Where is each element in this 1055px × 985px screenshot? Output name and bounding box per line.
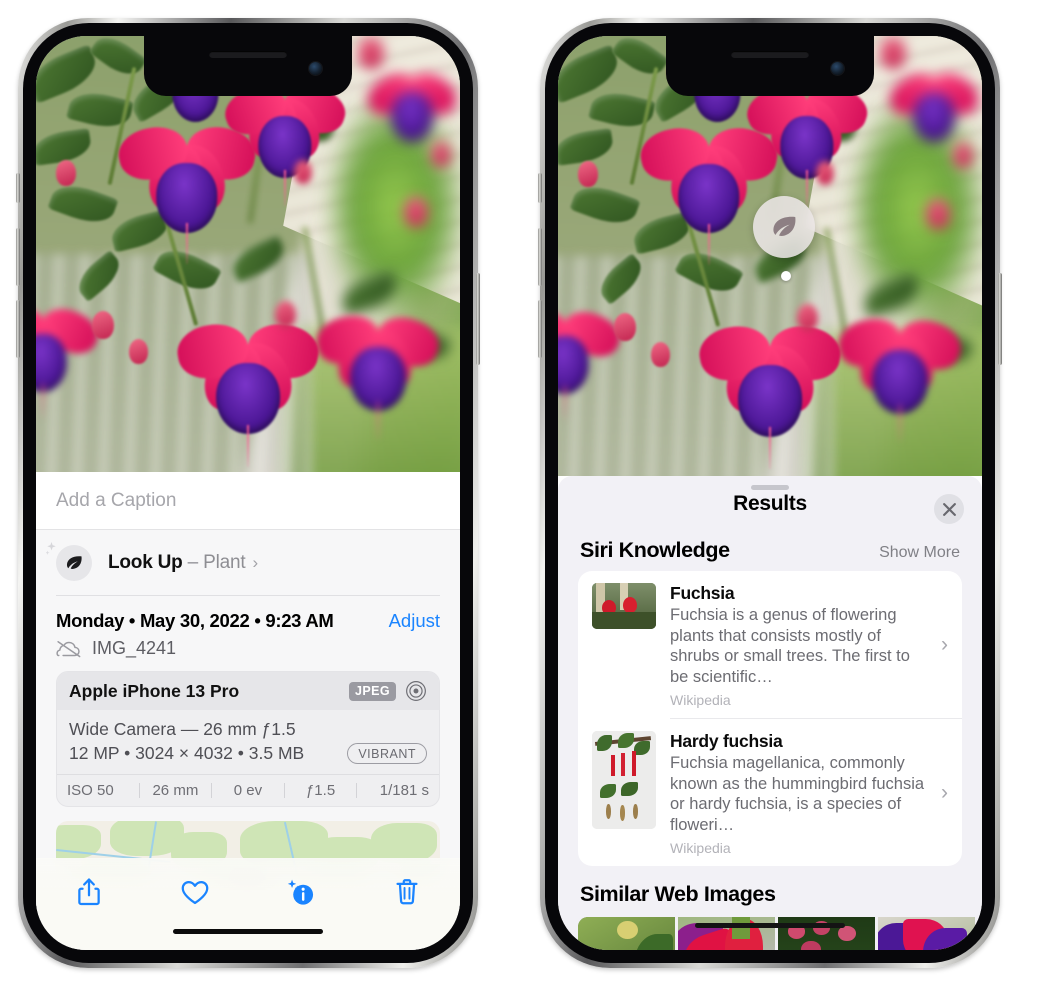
close-button[interactable]	[934, 494, 964, 524]
chevron-right-icon: ›	[941, 780, 948, 804]
front-camera-icon	[831, 62, 844, 75]
leaf-icon	[56, 545, 92, 581]
power-button[interactable]	[998, 273, 1002, 365]
phone-screen-left: Add a Caption Look Up – Plant › Monday •…	[36, 36, 460, 950]
siri-knowledge-header: Siri Knowledge Show More	[558, 532, 982, 571]
icloud-slash-icon	[56, 640, 81, 657]
notch	[666, 36, 874, 96]
result-body: Fuchsia Fuchsia is a genus of flowering …	[670, 583, 948, 708]
home-indicator[interactable]	[695, 922, 845, 928]
iphone-left-photos-info: Add a Caption Look Up – Plant › Monday •…	[16, 18, 480, 968]
close-icon	[942, 502, 956, 516]
volume-up-button[interactable]	[538, 228, 542, 286]
camera-device-label: Apple iPhone 13 Pro	[69, 680, 240, 701]
delete-button[interactable]	[381, 870, 433, 914]
photo-info-sheet: Add a Caption Look Up – Plant › Monday •…	[36, 472, 460, 950]
exif-shutter-speed: 1/181 s	[379, 782, 429, 799]
photo-flowers	[558, 36, 982, 476]
result-source: Wikipedia	[670, 840, 731, 856]
leaf-icon	[773, 216, 796, 236]
favorite-button[interactable]	[169, 870, 221, 914]
power-button[interactable]	[476, 273, 480, 365]
visual-look-up-pointer-dot	[781, 271, 791, 281]
exif-header: Apple iPhone 13 Pro JPEG	[57, 672, 439, 710]
result-source: Wikipedia	[670, 692, 731, 708]
list-item[interactable]: Fuchsia Fuchsia is a genus of flowering …	[578, 571, 962, 718]
list-item[interactable]: Hardy fuchsia Fuchsia magellanica, commo…	[578, 719, 962, 866]
visual-look-up-badge[interactable]	[753, 196, 815, 258]
result-title: Hardy fuchsia	[670, 731, 783, 751]
earpiece-speaker	[731, 51, 809, 58]
screenshot-stage: Add a Caption Look Up – Plant › Monday •…	[0, 0, 1055, 985]
format-badge: JPEG	[349, 681, 396, 701]
results-header: Results	[558, 476, 982, 532]
volume-down-button[interactable]	[16, 300, 20, 358]
mute-switch[interactable]	[16, 173, 20, 203]
exif-focal-length: 26 mm	[152, 782, 199, 799]
look-up-label: Look Up – Plant ›	[108, 552, 258, 574]
results-sheet: Results Siri Knowledge Show More Fuchsia…	[558, 476, 982, 950]
volume-down-button[interactable]	[538, 300, 542, 358]
show-more-button[interactable]: Show More	[879, 544, 960, 562]
iphone-right-visual-lookup-results: Results Siri Knowledge Show More Fuchsia…	[538, 18, 1002, 968]
caption-placeholder: Add a Caption	[56, 489, 177, 511]
result-body: Hardy fuchsia Fuchsia magellanica, commo…	[670, 731, 948, 856]
web-image-thumbnail[interactable]	[878, 917, 975, 950]
exif-card: Apple iPhone 13 Pro JPEG Wide Camera — 2…	[56, 671, 440, 807]
divider	[56, 595, 440, 596]
photos-toolbar	[36, 858, 460, 950]
heart-icon	[181, 880, 209, 904]
result-title: Fuchsia	[670, 583, 735, 603]
home-indicator[interactable]	[173, 928, 323, 934]
date-row: Monday • May 30, 2022 • 9:23 AM Adjust	[36, 596, 460, 636]
aperture-icon	[406, 681, 426, 701]
siri-knowledge-title: Siri Knowledge	[580, 538, 730, 562]
mute-switch[interactable]	[538, 173, 542, 203]
earpiece-speaker	[209, 51, 287, 58]
similar-web-images-title: Similar Web Images	[580, 882, 776, 906]
lens-info: Wide Camera — 26 mm ƒ1.5	[69, 719, 296, 739]
caption-field[interactable]: Add a Caption	[36, 472, 460, 530]
photo-image[interactable]	[36, 36, 460, 472]
similar-web-images-section: Similar Web Images	[558, 866, 982, 950]
notch	[144, 36, 352, 96]
adjust-button[interactable]: Adjust	[389, 610, 440, 632]
exif-aperture: ƒ1.5	[305, 782, 336, 799]
exif-footer: ISO 50 26 mm 0 ev ƒ1.5 1/181 s	[57, 774, 439, 806]
result-thumbnail	[592, 731, 656, 829]
result-thumbnail	[592, 583, 656, 629]
siri-knowledge-card: Fuchsia Fuchsia is a genus of flowering …	[578, 571, 962, 866]
look-up-subject: Plant	[203, 552, 246, 573]
info-sparkle-icon	[287, 879, 314, 905]
trash-icon	[396, 879, 418, 905]
file-row: IMG_4241	[36, 636, 460, 671]
chevron-right-icon: ›	[252, 553, 258, 572]
result-description: Fuchsia magellanica, commonly known as t…	[670, 754, 925, 834]
photo-image[interactable]	[558, 36, 982, 476]
share-button[interactable]	[63, 870, 115, 914]
exif-exposure: 0 ev	[233, 782, 263, 799]
web-image-thumbnail[interactable]	[578, 917, 675, 950]
look-up-separator: –	[182, 552, 204, 573]
result-description: Fuchsia is a genus of flowering plants t…	[670, 606, 910, 686]
results-title: Results	[733, 492, 807, 515]
photographic-style-badge: VIBRANT	[347, 743, 427, 764]
chevron-right-icon: ›	[941, 632, 948, 656]
front-camera-icon	[309, 62, 322, 75]
image-specs: 12 MP • 3024 × 4032 • 3.5 MB	[69, 743, 305, 763]
info-button[interactable]	[275, 870, 327, 914]
photo-flowers	[36, 36, 460, 472]
phone-screen-right: Results Siri Knowledge Show More Fuchsia…	[558, 36, 982, 950]
filename-label: IMG_4241	[92, 638, 177, 658]
volume-up-button[interactable]	[16, 228, 20, 286]
photo-date: Monday • May 30, 2022 • 9:23 AM	[56, 610, 334, 631]
look-up-row[interactable]: Look Up – Plant ›	[36, 530, 460, 596]
exif-iso: ISO 50	[67, 782, 114, 799]
look-up-title: Look Up	[108, 552, 183, 573]
exif-body: Wide Camera — 26 mm ƒ1.5 12 MP • 3024 × …	[57, 710, 439, 774]
share-icon	[78, 878, 100, 906]
